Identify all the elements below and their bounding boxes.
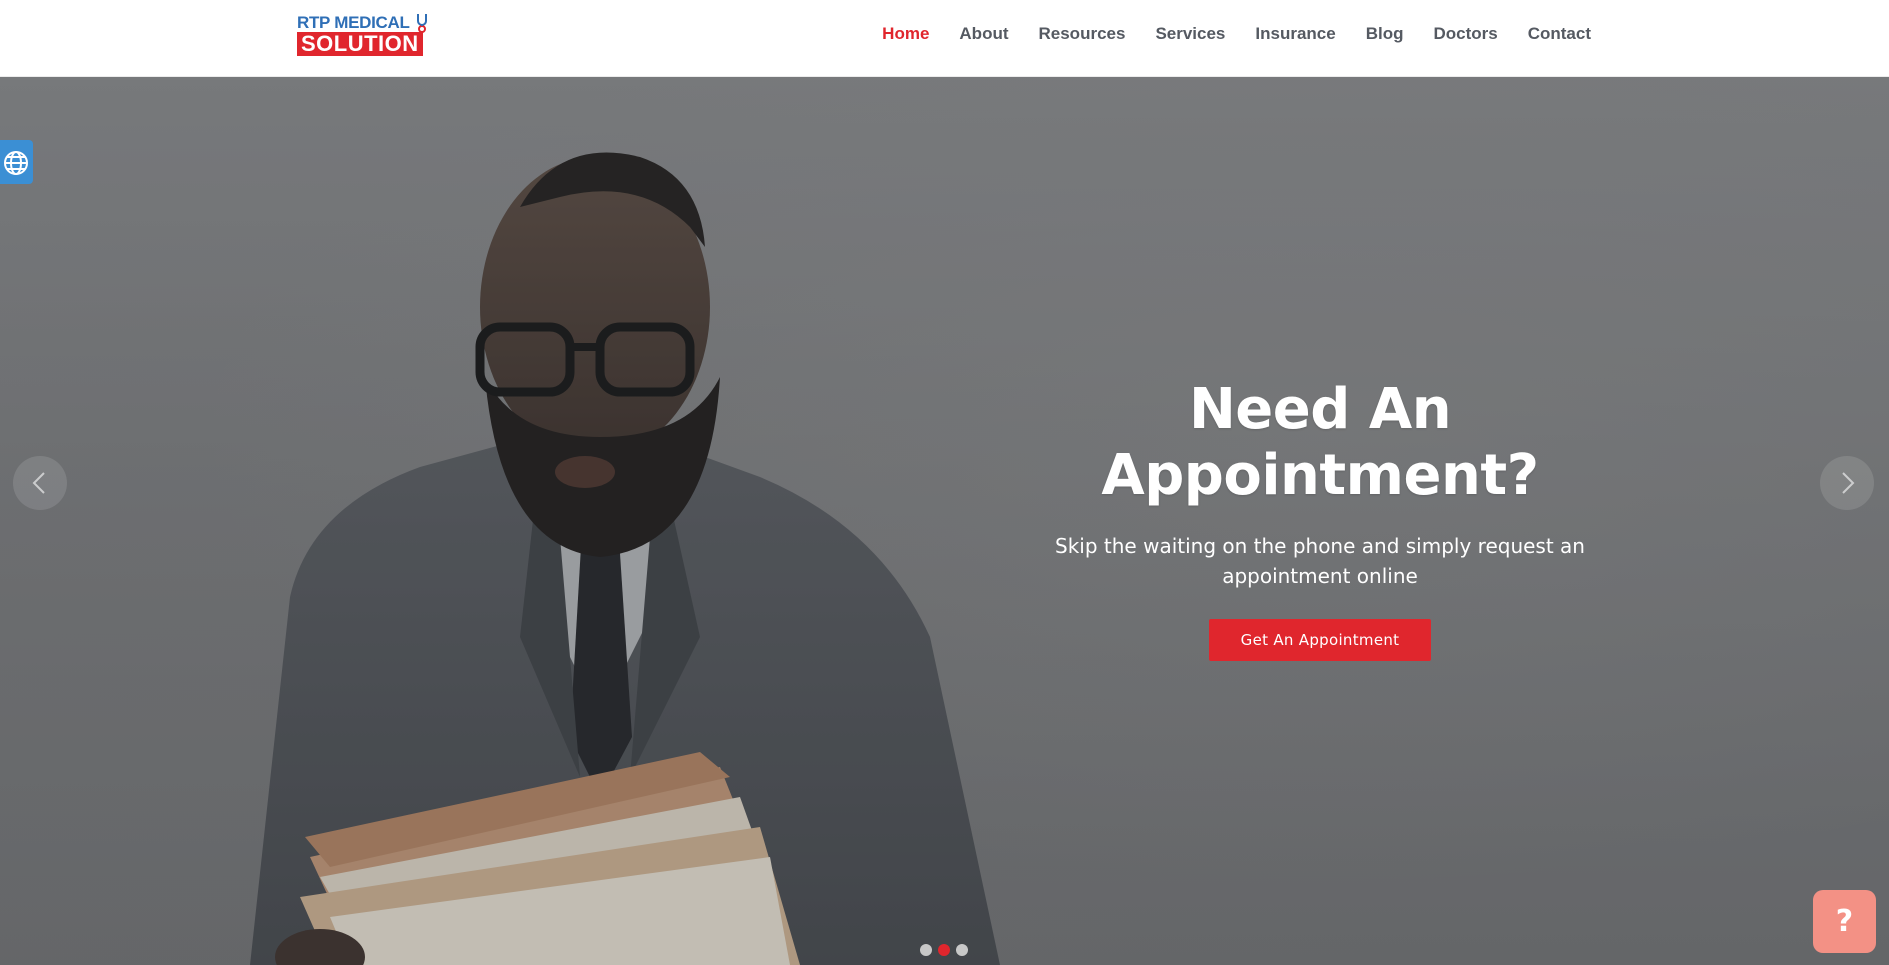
nav-item-insurance[interactable]: Insurance <box>1255 22 1335 46</box>
nav-item-doctors[interactable]: Doctors <box>1433 22 1497 46</box>
slider-prev-button[interactable] <box>13 456 67 510</box>
hero-overlay <box>0 77 1889 965</box>
logo-text-bottom: SOLUTION <box>297 32 423 56</box>
nav-item-contact[interactable]: Contact <box>1528 22 1591 46</box>
hero-slider: Need An Appointment? Skip the waiting on… <box>0 77 1889 965</box>
nav-item-blog[interactable]: Blog <box>1366 22 1404 46</box>
slider-dot-1[interactable] <box>920 944 932 956</box>
hero-title-line2: Appointment? <box>1101 443 1539 508</box>
site-header: RTP MEDICAL SOLUTION Home About Resource… <box>0 0 1889 77</box>
chevron-left-icon <box>32 472 45 494</box>
stethoscope-icon <box>417 14 427 33</box>
chevron-right-icon <box>1842 472 1855 494</box>
slider-next-button[interactable] <box>1820 456 1874 510</box>
nav-item-about[interactable]: About <box>959 22 1008 46</box>
main-nav: Home About Resources Services Insurance … <box>852 22 1591 46</box>
nav-item-resources[interactable]: Resources <box>1039 22 1126 46</box>
site-logo[interactable]: RTP MEDICAL SOLUTION <box>297 14 427 58</box>
nav-item-home[interactable]: Home <box>882 22 929 46</box>
hero-title-line1: Need An <box>1188 377 1452 442</box>
hero-subtitle: Skip the waiting on the phone and simply… <box>1055 534 1585 588</box>
nav-item-services[interactable]: Services <box>1155 22 1225 46</box>
globe-icon <box>4 151 28 175</box>
help-button[interactable]: ? <box>1813 890 1876 953</box>
hero-title: Need An Appointment? <box>1040 377 1600 509</box>
logo-text-top: RTP MEDICAL <box>297 13 410 32</box>
slider-dot-3[interactable] <box>956 944 968 956</box>
language-globe-button[interactable] <box>0 140 33 184</box>
slider-dots <box>920 944 968 956</box>
slider-dot-2[interactable] <box>938 944 950 956</box>
hero-content: Need An Appointment? Skip the waiting on… <box>1040 377 1600 661</box>
get-appointment-button[interactable]: Get An Appointment <box>1208 619 1432 661</box>
